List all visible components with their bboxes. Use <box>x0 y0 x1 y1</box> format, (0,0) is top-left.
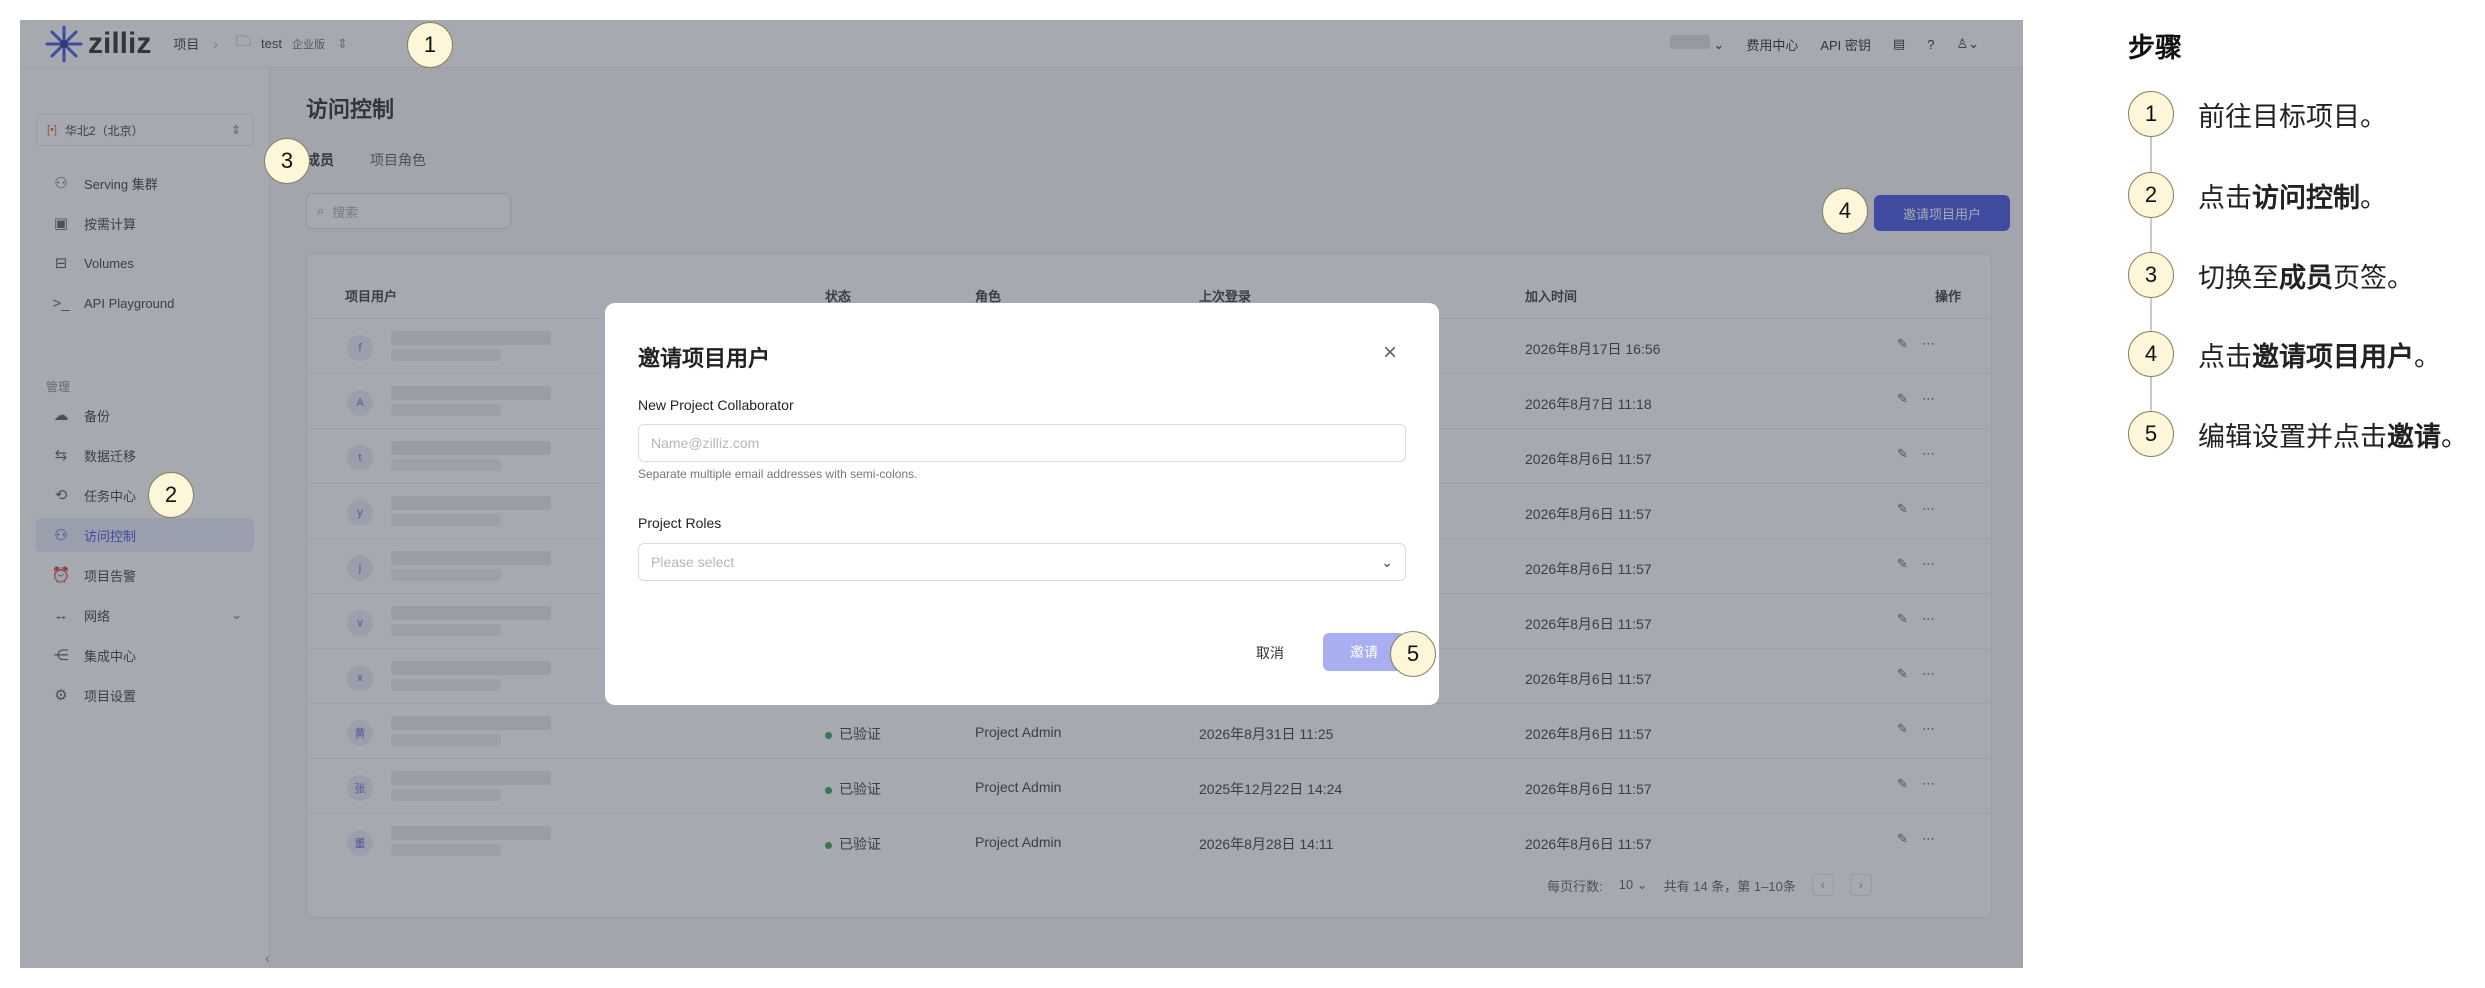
email-hint: Separate multiple email addresses with s… <box>638 467 918 481</box>
collaborator-label: New Project Collaborator <box>638 397 794 413</box>
callout-1: 1 <box>407 22 453 68</box>
step-text: 编辑设置并点击邀请。 <box>2198 422 2468 452</box>
email-field[interactable]: Name@zilliz.com <box>638 424 1406 462</box>
callout-5: 5 <box>1390 631 1436 677</box>
callout-2: 2 <box>148 472 194 518</box>
step-number: 5 <box>2128 411 2174 457</box>
step-text: 点击访问控制。 <box>2198 183 2387 213</box>
step-text: 前往目标项目。 <box>2198 102 2387 132</box>
step-number: 1 <box>2128 91 2174 137</box>
dialog-title: 邀请项目用户 <box>638 346 771 371</box>
cancel-button[interactable]: 取消 <box>1256 643 1284 663</box>
invite-user-dialog: 邀请项目用户 × New Project Collaborator Name@z… <box>605 303 1439 705</box>
close-icon[interactable]: × <box>1383 339 1397 367</box>
steps-panel: 步骤 1 前往目标项目。 2 点击访问控制。 3 切换至成员页签。 4 点击邀请… <box>2112 0 2485 988</box>
step-number: 3 <box>2128 252 2174 298</box>
roles-select[interactable]: Please select ⌄ <box>638 543 1406 581</box>
chevron-down-icon: ⌄ <box>1381 553 1393 570</box>
step-text: 切换至成员页签。 <box>2198 263 2414 293</box>
step-number: 2 <box>2128 172 2174 218</box>
roles-label: Project Roles <box>638 515 722 531</box>
callout-3: 3 <box>264 138 310 184</box>
callout-4: 4 <box>1822 188 1868 234</box>
step-text: 点击邀请项目用户。 <box>2198 342 2441 372</box>
email-placeholder: Name@zilliz.com <box>651 435 760 451</box>
app-window: zilliz 项目 › 🗀 test 企业版 ⇕ ⌄ 费用中心 API 密钥 ▤… <box>20 20 2023 968</box>
step-number: 4 <box>2128 331 2174 377</box>
roles-placeholder: Please select <box>651 554 735 570</box>
steps-title: 步骤 <box>2128 33 2182 63</box>
